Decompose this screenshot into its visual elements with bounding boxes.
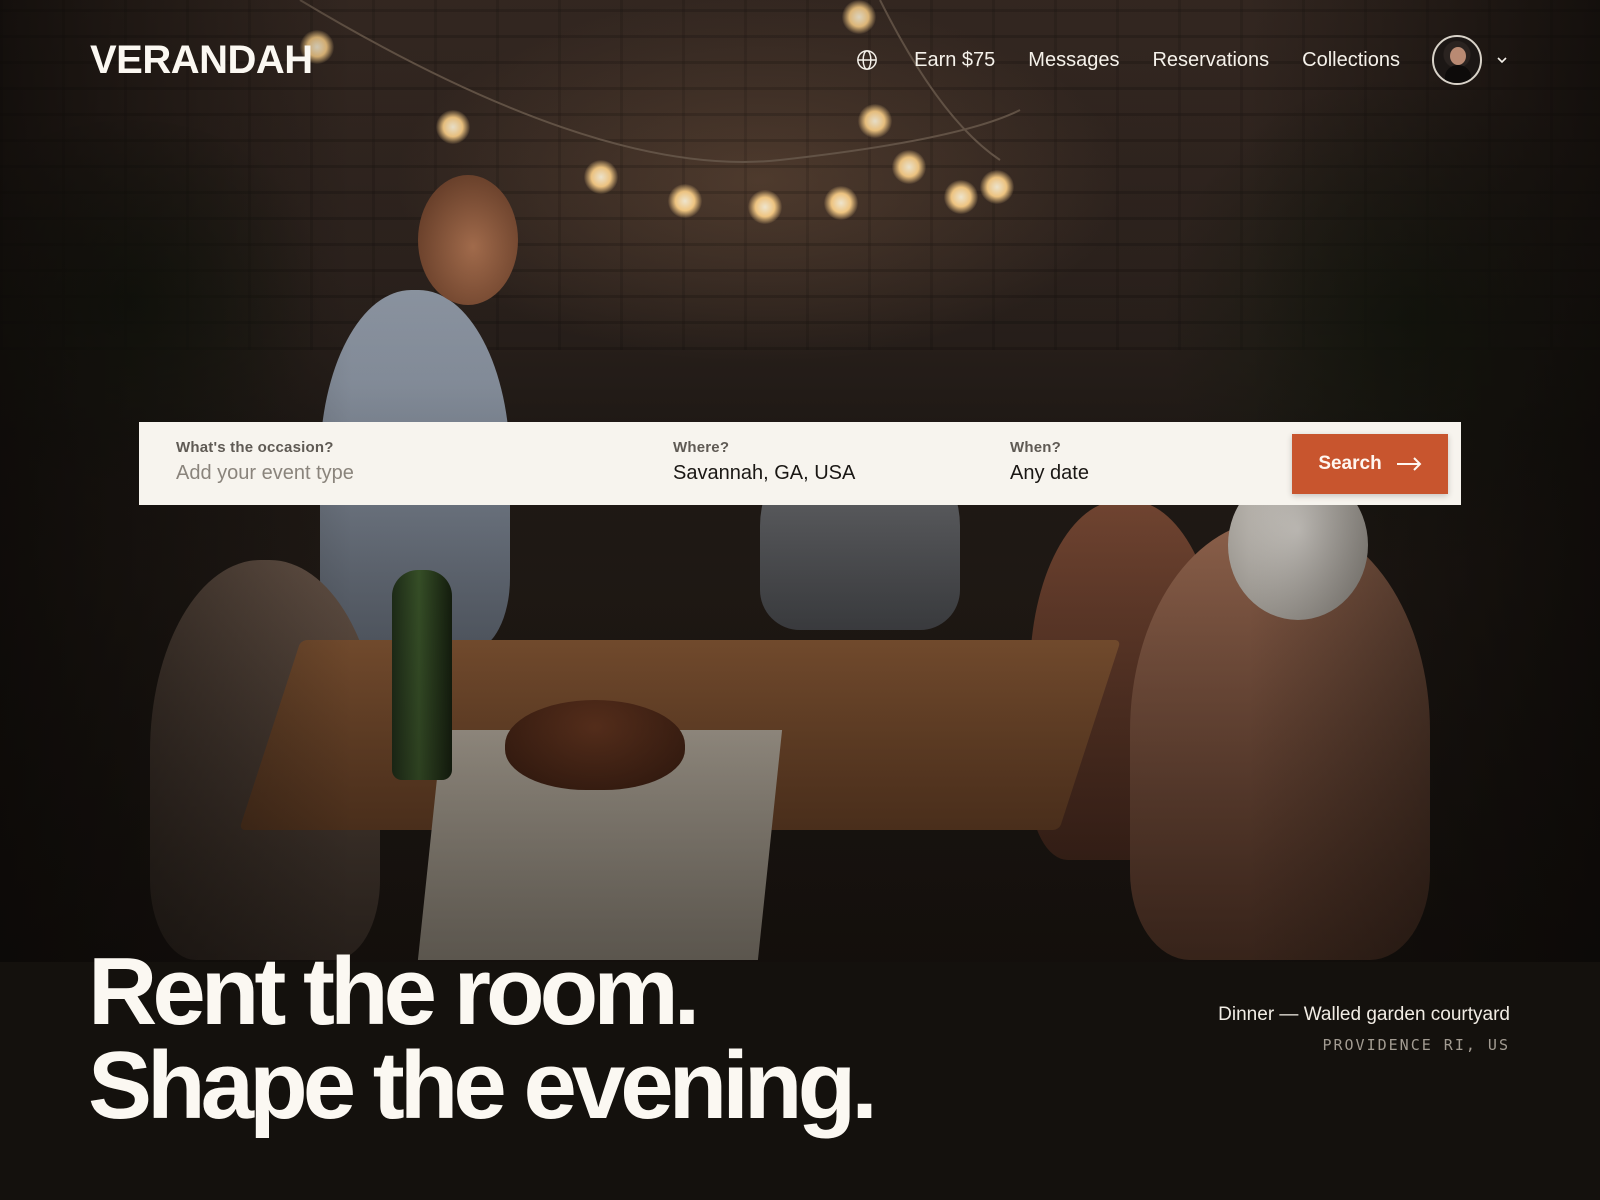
occasion-input[interactable] xyxy=(176,462,476,485)
brand-logo[interactable]: VERANDAH xyxy=(90,38,313,83)
nav-link-messages[interactable]: Messages xyxy=(1028,49,1119,72)
search-button[interactable]: Search xyxy=(1292,434,1448,494)
nav-links: Earn $75 Messages Reservations Collectio… xyxy=(856,34,1508,86)
top-navigation: VERANDAH Earn $75 Messages Reservations … xyxy=(0,0,1600,120)
caption-title: Dinner — Walled garden courtyard xyxy=(1218,1004,1510,1025)
search-button-label: Search xyxy=(1318,453,1382,474)
where-label: Where? xyxy=(673,439,730,456)
occasion-field: What's the occasion? xyxy=(176,439,476,485)
hero-headline: Rent the room. Shape the evening. xyxy=(88,938,878,1139)
headline-line-2: Shape the evening. xyxy=(88,1032,878,1139)
chevron-down-icon[interactable] xyxy=(1496,54,1508,66)
arrow-right-icon xyxy=(1396,457,1422,471)
search-bar: What's the occasion? Where? When? Search xyxy=(139,422,1461,505)
when-label: When? xyxy=(1010,439,1061,456)
nav-link-reservations[interactable]: Reservations xyxy=(1152,49,1269,72)
user-menu[interactable] xyxy=(1432,35,1508,85)
caption-location: PROVIDENCE RI, US xyxy=(1322,1036,1510,1054)
globe-icon[interactable] xyxy=(856,49,878,71)
headline-line-1: Rent the room. xyxy=(88,938,700,1045)
nav-link-collections[interactable]: Collections xyxy=(1302,49,1400,72)
where-field: Where? xyxy=(673,439,973,485)
nav-link-earn[interactable]: Earn $75 xyxy=(914,49,995,72)
where-input[interactable] xyxy=(673,462,973,485)
occasion-label: What's the occasion? xyxy=(176,439,334,456)
when-input[interactable] xyxy=(1010,462,1310,485)
when-field: When? xyxy=(1010,439,1310,485)
avatar[interactable] xyxy=(1432,35,1482,85)
photo-caption: Dinner — Walled garden courtyard PROVIDE… xyxy=(1218,1004,1510,1054)
